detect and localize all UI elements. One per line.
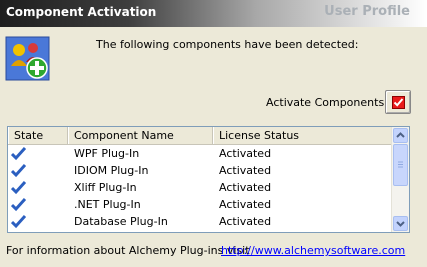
table-row[interactable]: IDIOM Plug-In Activated [8, 162, 394, 179]
state-checkbox[interactable] [11, 197, 26, 212]
grid-header: State Component Name License Status [8, 127, 394, 145]
components-grid[interactable]: State Component Name License Status WPF … [7, 126, 410, 233]
component-name: WPF Plug-In [74, 147, 140, 160]
chevron-up-icon [396, 132, 405, 138]
column-header-state[interactable]: State [8, 127, 68, 144]
component-name: Xliff Plug-In [74, 181, 137, 194]
license-status: Activated [219, 215, 272, 228]
chevron-down-icon [396, 221, 405, 227]
state-checkbox[interactable] [11, 214, 26, 229]
state-checkbox[interactable] [11, 146, 26, 161]
checkmark-icon [392, 96, 405, 109]
table-row[interactable]: WPF Plug-In Activated [8, 145, 394, 162]
state-checkbox[interactable] [11, 180, 26, 195]
window-subtitle: User Profile [324, 4, 410, 19]
table-row[interactable]: Xliff Plug-In Activated [8, 179, 394, 196]
state-checkbox[interactable] [11, 163, 26, 178]
license-status: Activated [219, 164, 272, 177]
scroll-thumb[interactable] [393, 144, 408, 186]
column-header-license-status[interactable]: License Status [213, 127, 394, 144]
column-header-component-name[interactable]: Component Name [68, 127, 213, 144]
scroll-up-button[interactable] [393, 128, 408, 143]
component-name: .NET Plug-In [74, 198, 141, 211]
component-name: IDIOM Plug-In [74, 164, 149, 177]
vertical-scrollbar[interactable] [391, 127, 409, 232]
intro-text: The following components have been detec… [96, 38, 359, 51]
alchemy-website-link[interactable]: http://www.alchemysoftware.com [221, 244, 405, 257]
activate-components-button[interactable] [385, 90, 411, 114]
license-status: Activated [219, 198, 272, 211]
grip-icon [398, 161, 403, 168]
license-status: Activated [219, 181, 272, 194]
components-add-icon [5, 36, 50, 81]
activate-components-label: Activate Components [266, 96, 385, 109]
table-row[interactable]: Database Plug-In Activated [8, 213, 394, 230]
title-bar: Component Activation User Profile [0, 0, 427, 27]
footer-info-text: For information about Alchemy Plug-ins v… [6, 244, 250, 257]
table-row[interactable]: .NET Plug-In Activated [8, 196, 394, 213]
window-title: Component Activation [6, 5, 157, 19]
license-status: Activated [219, 147, 272, 160]
scroll-down-button[interactable] [393, 216, 408, 231]
component-name: Database Plug-In [74, 215, 168, 228]
